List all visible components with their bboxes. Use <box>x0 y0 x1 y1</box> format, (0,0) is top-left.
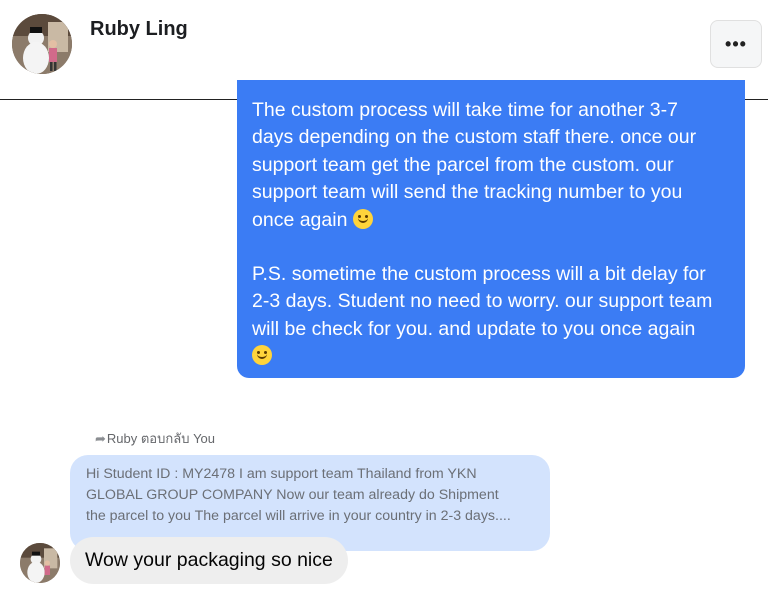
smiling-face-emoji-icon <box>352 208 373 229</box>
message-line: P.S. sometime the custom process will a … <box>252 263 706 286</box>
quoted-line: the parcel to you The parcel will arrive… <box>86 508 511 524</box>
quoted-line: GLOBAL GROUP COMPANY Now our team alread… <box>86 487 499 503</box>
avatar-photo-icon <box>20 543 60 583</box>
message-line: 2-3 days. Student no need to worry. our … <box>252 290 713 313</box>
message-line: support team get the parcel from the cus… <box>252 153 674 176</box>
message-line: will be check for you. and update to you… <box>252 317 696 340</box>
reply-arrow-icon: ➦ <box>95 430 106 446</box>
sender-avatar[interactable] <box>20 543 60 583</box>
contact-avatar[interactable] <box>12 14 72 74</box>
quoted-line: Hi Student ID : MY2478 I am support team… <box>86 466 477 482</box>
contact-name[interactable]: Ruby Ling <box>90 18 188 41</box>
message-line: The custom process will take time for an… <box>252 99 678 121</box>
message-line: once again <box>252 208 348 231</box>
reply-label: Ruby ตอบกลับ You <box>106 431 216 446</box>
incoming-message-text: Wow your packaging so nice <box>85 549 333 571</box>
more-dots-icon: ••• <box>725 34 747 54</box>
message-line: support team will send the tracking numb… <box>252 181 683 204</box>
message-line-emoji-only <box>252 343 731 370</box>
incoming-message-bubble[interactable]: Wow your packaging so nice <box>70 537 348 584</box>
avatar-photo-icon <box>12 14 72 74</box>
reply-indicator: ➦ Ruby ตอบกลับ You <box>95 428 215 449</box>
message-line: days depending on the custom staff there… <box>252 126 697 149</box>
more-options-button[interactable]: ••• <box>710 20 762 68</box>
outgoing-message-bubble[interactable]: The custom process will take time for an… <box>237 80 745 378</box>
message-line-with-emoji: once again <box>252 207 731 234</box>
smiling-face-emoji-icon <box>252 345 272 366</box>
